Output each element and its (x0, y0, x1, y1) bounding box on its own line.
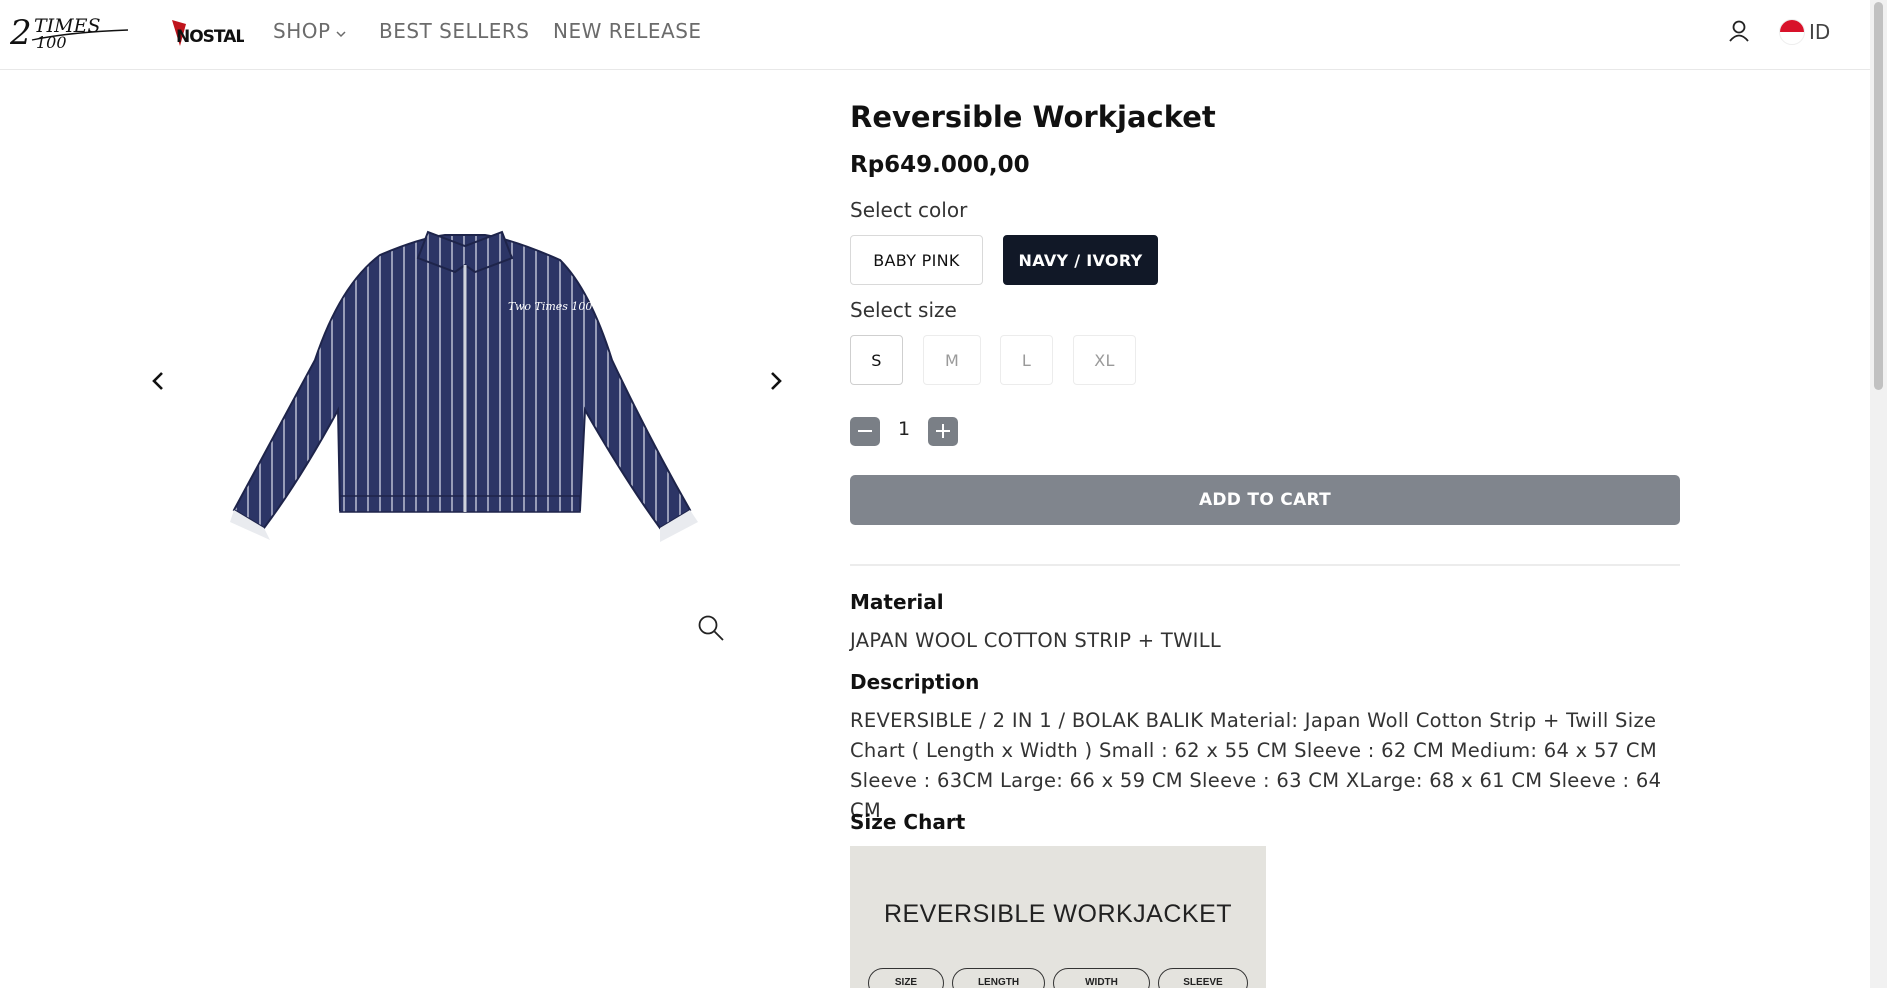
size-option-xl[interactable]: XL (1073, 335, 1136, 385)
nostal-logo[interactable]: NOSTAL (170, 16, 244, 50)
chevron-left-icon[interactable] (146, 368, 172, 394)
quantity-increase-button[interactable] (928, 417, 958, 446)
size-chart-title: REVERSIBLE WORKJACKET (883, 900, 1233, 928)
search-icon[interactable] (697, 614, 725, 642)
indonesia-flag-icon (1779, 19, 1805, 45)
chevron-down-icon (335, 21, 347, 45)
size-chart-column: SLEEVE (1158, 968, 1248, 988)
material-text: JAPAN WOOL COTTON STRIP + TWILL (850, 629, 1222, 652)
product-price: Rp649.000,00 (850, 152, 1030, 178)
size-chart-image[interactable]: REVERSIBLE WORKJACKET SIZE LENGTH WIDTH … (850, 846, 1266, 988)
size-chart-column: WIDTH (1053, 968, 1150, 988)
svg-text:2: 2 (10, 13, 32, 52)
quantity-decrease-button[interactable] (850, 417, 880, 446)
site-header: 2 TIMES 100 NOSTAL SHOP BEST SELLERS NEW… (0, 0, 1870, 70)
page-scrollbar[interactable] (1870, 0, 1887, 988)
color-option-baby-pink[interactable]: BABY PINK (850, 235, 983, 285)
chevron-right-icon[interactable] (762, 368, 788, 394)
language-label: ID (1809, 20, 1831, 44)
add-to-cart-button[interactable]: ADD TO CART (850, 475, 1680, 525)
size-option-s[interactable]: S (850, 335, 903, 385)
nav-new-release[interactable]: NEW RELEASE (553, 19, 702, 43)
brand-logo[interactable]: 2 TIMES 100 (10, 10, 134, 52)
user-icon[interactable] (1728, 19, 1750, 43)
nav-best-sellers[interactable]: BEST SELLERS (379, 19, 529, 43)
description-text: REVERSIBLE / 2 IN 1 / BOLAK BALIK Materi… (850, 709, 1662, 822)
select-size-label: Select size (850, 298, 957, 322)
scrollbar-thumb[interactable] (1874, 2, 1883, 390)
size-option-l[interactable]: L (1000, 335, 1053, 385)
product-title: Reversible Workjacket (850, 100, 1216, 134)
nav-shop-label: SHOP (273, 19, 331, 43)
section-divider (850, 564, 1680, 566)
svg-text:Two Times 100: Two Times 100 (508, 300, 592, 313)
language-selector[interactable]: ID (1779, 18, 1830, 46)
size-chart-heading: Size Chart (850, 810, 966, 834)
color-option-navy-ivory[interactable]: NAVY / IVORY (1003, 235, 1158, 285)
select-color-label: Select color (850, 198, 968, 222)
product-image[interactable]: Two Times 100 (230, 210, 700, 550)
description-heading: Description (850, 670, 980, 694)
size-chart-column: SIZE (868, 968, 944, 988)
svg-text:NOSTAL: NOSTAL (176, 27, 244, 47)
material-heading: Material (850, 590, 944, 614)
product-gallery: Two Times 100 (130, 70, 810, 670)
size-chart-column: LENGTH (952, 968, 1045, 988)
size-option-m[interactable]: M (923, 335, 981, 385)
quantity-value[interactable]: 1 (895, 418, 913, 440)
nav-shop[interactable]: SHOP (273, 19, 347, 45)
